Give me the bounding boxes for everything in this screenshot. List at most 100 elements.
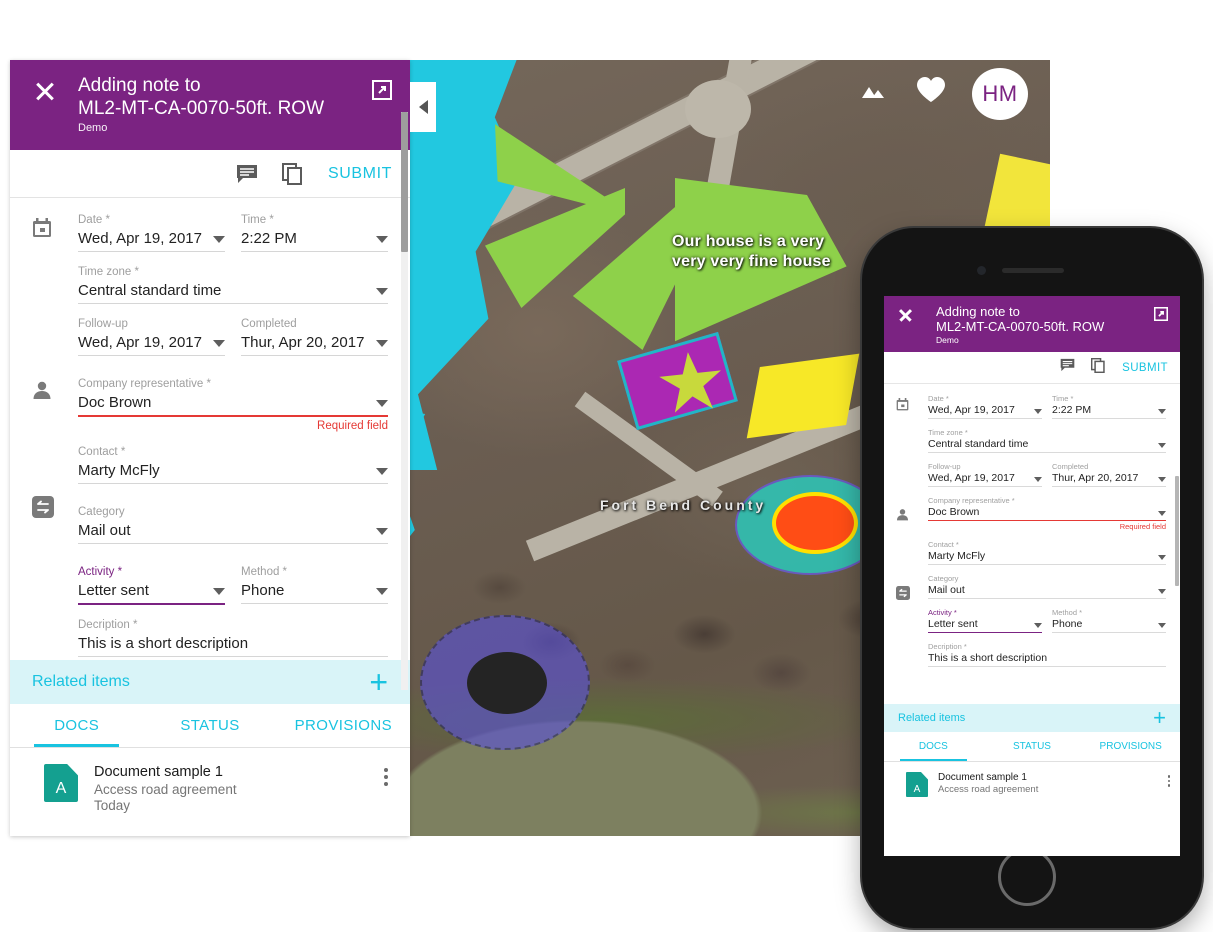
submit-button[interactable]: SUBMIT xyxy=(1122,362,1168,374)
method-field[interactable]: Method * Phone xyxy=(241,566,388,605)
time-field[interactable]: Time * 2:22 PM xyxy=(1052,394,1166,419)
followup-field[interactable]: Follow-up Wed, Apr 19, 2017 xyxy=(78,318,225,356)
close-icon[interactable] xyxy=(898,308,913,323)
method-control[interactable]: Phone xyxy=(1052,618,1166,633)
category-control[interactable]: Mail out xyxy=(78,521,388,544)
chevron-down-icon[interactable] xyxy=(213,236,225,243)
time-control[interactable]: 2:22 PM xyxy=(241,229,388,252)
company-representative-control[interactable]: Doc Brown xyxy=(928,506,1166,521)
open-in-new-icon[interactable] xyxy=(372,80,392,100)
date-field[interactable]: Date * Wed, Apr 19, 2017 xyxy=(928,394,1042,419)
chevron-down-icon[interactable] xyxy=(213,340,225,347)
company-representative-control[interactable]: Doc Brown xyxy=(78,393,388,417)
avatar[interactable]: HM xyxy=(972,68,1028,120)
comment-icon[interactable] xyxy=(236,164,258,184)
chevron-down-icon[interactable] xyxy=(376,400,388,407)
activity-field[interactable]: Activity * Letter sent xyxy=(928,608,1042,633)
date-field[interactable]: Date * Wed, Apr 19, 2017 xyxy=(78,214,225,252)
date-control[interactable]: Wed, Apr 19, 2017 xyxy=(928,404,1042,419)
followup-control[interactable]: Wed, Apr 19, 2017 xyxy=(928,472,1042,487)
heart-icon[interactable] xyxy=(916,76,946,104)
phone-row-timezone: Time zone * Central standard time xyxy=(928,428,1166,462)
chevron-down-icon[interactable] xyxy=(376,236,388,243)
timezone-field[interactable]: Time zone * Central standard time xyxy=(928,428,1166,453)
close-icon[interactable] xyxy=(34,80,56,102)
compare-arrows-icon xyxy=(32,496,54,523)
panel-collapse-handle[interactable] xyxy=(410,82,436,132)
description-control[interactable]: This is a short description xyxy=(928,652,1166,667)
scrollbar-thumb[interactable] xyxy=(1175,476,1179,586)
chevron-down-icon[interactable] xyxy=(1158,409,1166,414)
contact-field[interactable]: Contact * Marty McFly xyxy=(78,446,388,484)
category-field[interactable]: Category Mail out xyxy=(78,506,388,544)
chevron-down-icon[interactable] xyxy=(1158,555,1166,560)
chevron-down-icon[interactable] xyxy=(376,528,388,535)
method-field[interactable]: Method * Phone xyxy=(1052,608,1166,633)
chevron-down-icon[interactable] xyxy=(376,588,388,595)
contact-control[interactable]: Marty McFly xyxy=(78,461,388,484)
phone-home-button[interactable] xyxy=(998,848,1056,906)
scrollbar-thumb[interactable] xyxy=(401,112,408,252)
more-options-icon[interactable] xyxy=(384,768,388,789)
company-representative-field[interactable]: Company representative * Doc Brown Requi… xyxy=(78,378,388,432)
layers-icon[interactable] xyxy=(858,82,886,100)
tab-status[interactable]: STATUS xyxy=(983,732,1082,761)
description-field[interactable]: Decription * This is a short description xyxy=(78,619,388,657)
chevron-down-icon[interactable] xyxy=(1034,477,1042,482)
chevron-down-icon[interactable] xyxy=(1158,511,1166,516)
open-in-new-icon[interactable] xyxy=(1153,306,1169,322)
activity-field[interactable]: Activity * Letter sent xyxy=(78,566,225,605)
chevron-down-icon[interactable] xyxy=(1034,409,1042,414)
chevron-down-icon[interactable] xyxy=(1158,477,1166,482)
time-label: Time * xyxy=(1052,394,1074,403)
completed-control[interactable]: Thur, Apr 20, 2017 xyxy=(241,333,388,356)
company-representative-label: Company representative * xyxy=(928,496,1015,505)
category-field[interactable]: Category Mail out xyxy=(928,574,1166,599)
followup-control[interactable]: Wed, Apr 19, 2017 xyxy=(78,333,225,356)
completed-field[interactable]: Completed Thur, Apr 20, 2017 xyxy=(1052,462,1166,487)
chevron-down-icon[interactable] xyxy=(1158,623,1166,628)
chevron-down-icon[interactable] xyxy=(376,340,388,347)
tab-docs[interactable]: DOCS xyxy=(884,732,983,761)
company-representative-field[interactable]: Company representative * Doc Brown Requi… xyxy=(928,496,1166,531)
activity-value: Letter sent xyxy=(78,582,149,599)
timezone-control[interactable]: Central standard time xyxy=(78,281,388,304)
completed-field[interactable]: Completed Thur, Apr 20, 2017 xyxy=(241,318,388,356)
timezone-field[interactable]: Time zone * Central standard time xyxy=(78,266,388,304)
list-item[interactable]: A Document sample 1 Access road agreemen… xyxy=(884,762,1180,797)
copy-icon[interactable] xyxy=(281,162,304,185)
map-buffer-orange[interactable] xyxy=(772,492,858,554)
completed-control[interactable]: Thur, Apr 20, 2017 xyxy=(1052,472,1166,487)
chevron-down-icon[interactable] xyxy=(1158,589,1166,594)
method-control[interactable]: Phone xyxy=(241,581,388,604)
comment-icon[interactable] xyxy=(1060,358,1075,377)
tab-docs[interactable]: DOCS xyxy=(10,704,143,747)
description-field[interactable]: Decription * This is a short description xyxy=(928,642,1166,667)
copy-icon[interactable] xyxy=(1091,357,1106,378)
chevron-down-icon[interactable] xyxy=(1034,623,1042,628)
phone-mockup: Adding note to ML2-MT-CA-0070-50ft. ROW … xyxy=(862,228,1202,928)
activity-control[interactable]: Letter sent xyxy=(928,618,1042,633)
chevron-down-icon[interactable] xyxy=(213,588,225,595)
time-field[interactable]: Time * 2:22 PM xyxy=(241,214,388,252)
tab-provisions[interactable]: PROVISIONS xyxy=(277,704,410,747)
description-control[interactable]: This is a short description xyxy=(78,634,388,657)
time-control[interactable]: 2:22 PM xyxy=(1052,404,1166,419)
add-related-item-button[interactable]: + xyxy=(1153,707,1166,729)
chevron-down-icon[interactable] xyxy=(376,468,388,475)
contact-field[interactable]: Contact * Marty McFly xyxy=(928,540,1166,565)
list-item[interactable]: A Document sample 1 Access road agreemen… xyxy=(10,748,410,813)
tab-status[interactable]: STATUS xyxy=(143,704,276,747)
chevron-down-icon[interactable] xyxy=(376,288,388,295)
contact-control[interactable]: Marty McFly xyxy=(928,550,1166,565)
more-options-icon[interactable] xyxy=(1167,775,1170,789)
timezone-control[interactable]: Central standard time xyxy=(928,438,1166,453)
tab-provisions[interactable]: PROVISIONS xyxy=(1081,732,1180,761)
date-control[interactable]: Wed, Apr 19, 2017 xyxy=(78,229,225,252)
submit-button[interactable]: SUBMIT xyxy=(328,165,392,183)
followup-field[interactable]: Follow-up Wed, Apr 19, 2017 xyxy=(928,462,1042,487)
form-row-date-time: Date * Wed, Apr 19, 2017 Time * 2:22 PM xyxy=(78,214,388,266)
activity-control[interactable]: Letter sent xyxy=(78,581,225,605)
chevron-down-icon[interactable] xyxy=(1158,443,1166,448)
category-control[interactable]: Mail out xyxy=(928,584,1166,599)
